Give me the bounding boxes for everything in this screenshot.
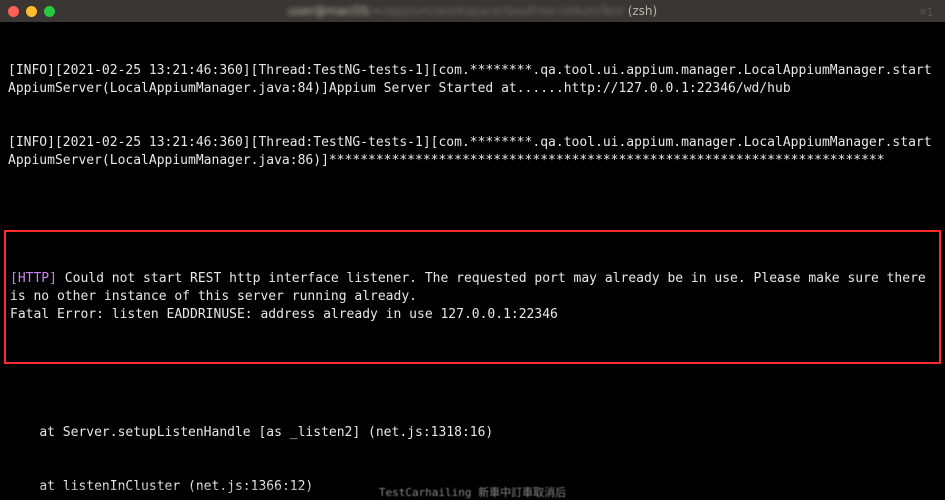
log-line: [INFO][2021-02-25 13:21:46:360][Thread:T… (8, 134, 937, 170)
terminal-window: user@macOS:~/appium/workspace/SoulFree-U… (0, 0, 945, 500)
stack-line: at Server.setupListenHandle [as _listen2… (8, 424, 937, 442)
log-line: [HTTP] Could not start REST http interfa… (10, 270, 935, 324)
log-line: [INFO][2021-02-25 13:21:46:360][Thread:T… (8, 62, 937, 98)
title-host: user@macOS:~ (288, 4, 383, 18)
title-shell: (zsh) (624, 4, 657, 18)
window-controls (8, 6, 55, 17)
title-path: /appium/workspace/SoulFree-UIAutoTest (383, 4, 624, 18)
window-title: user@macOS:~/appium/workspace/SoulFree-U… (0, 2, 945, 20)
terminal-output[interactable]: [INFO][2021-02-25 13:21:46:360][Thread:T… (0, 22, 945, 500)
titlebar[interactable]: user@macOS:~/appium/workspace/SoulFree-U… (0, 0, 945, 22)
http-tag: [HTTP] (10, 271, 57, 286)
highlighted-error-block: [HTTP] Could not start REST http interfa… (4, 230, 941, 364)
maximize-icon[interactable] (44, 6, 55, 17)
close-icon[interactable] (8, 6, 19, 17)
tab-shortcut-indicator: ⌘1 (920, 4, 933, 22)
minimize-icon[interactable] (26, 6, 37, 17)
editor-tab-caption: TestCarhailing 新車中訂車取消后 (0, 486, 945, 500)
